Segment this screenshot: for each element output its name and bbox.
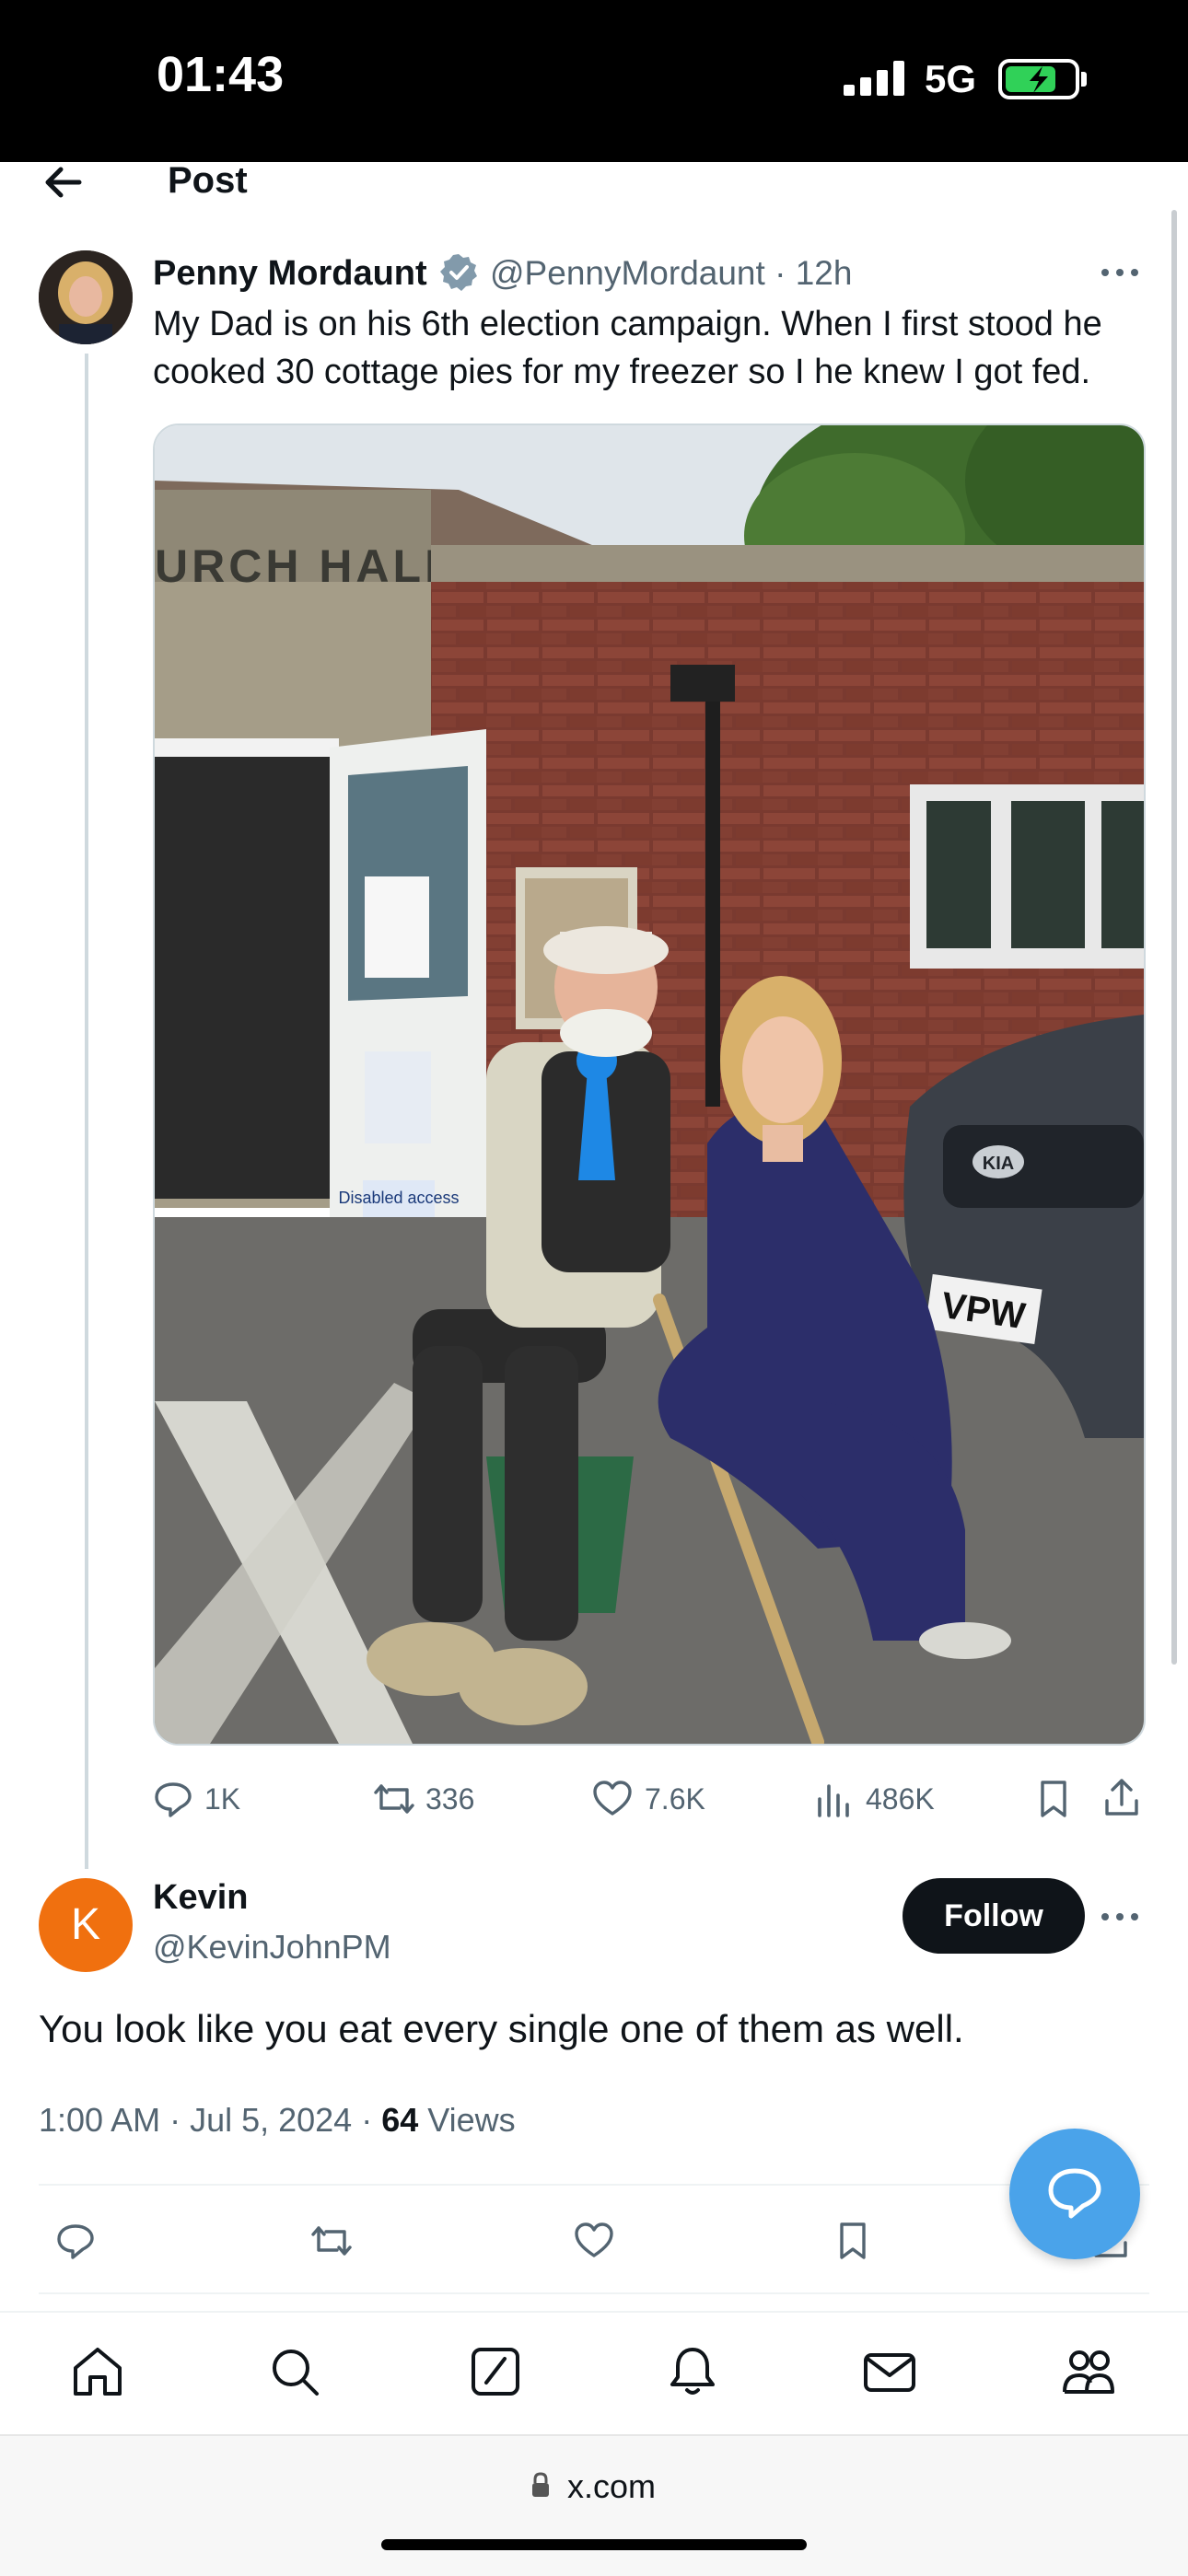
chat-bubble-icon [1048, 2168, 1101, 2219]
mail-icon[interactable] [862, 2344, 917, 2399]
page-title: Post [168, 160, 248, 201]
reply-timestamp[interactable]: 1:00 AM · Jul 5, 2024 · [39, 2101, 381, 2139]
bookmark-icon[interactable] [1035, 1779, 1072, 1819]
thread-line [85, 354, 88, 1869]
reply-meta: 1:00 AM · Jul 5, 2024 · 64 Views [39, 2101, 516, 2140]
status-time: 01:43 [157, 47, 285, 102]
reply-author-handle[interactable]: @KevinJohnPM [153, 1928, 391, 1967]
compose-reply-fab[interactable] [1009, 2129, 1140, 2259]
author-handle-line[interactable]: @PennyMordaunt · 12h [490, 254, 852, 293]
reply-icon[interactable] [55, 2221, 96, 2261]
car-badge-text: KIA [983, 1154, 1014, 1174]
heart-icon[interactable] [573, 2221, 615, 2261]
battery-cap [1081, 72, 1087, 87]
reply-views-label: Views [418, 2101, 516, 2139]
author-handle[interactable]: @PennyMordaunt [490, 254, 765, 292]
bottom-tab-bar [0, 2311, 1188, 2434]
repost-icon[interactable] [309, 2221, 354, 2261]
bell-icon[interactable] [665, 2344, 720, 2399]
more-options-icon[interactable] [1101, 263, 1147, 282]
communities-icon[interactable] [1059, 2344, 1118, 2399]
reply-text: You look like you eat every single one o… [39, 2007, 964, 2050]
separator-dot: · [775, 254, 786, 292]
post-photo[interactable]: URCH HALL Disabled access KIA VPW [153, 424, 1146, 1746]
search-icon[interactable] [267, 2344, 322, 2399]
bookmark-icon[interactable] [834, 2221, 871, 2261]
reply-author-name[interactable]: Kevin [153, 1878, 248, 1918]
network-type: 5G [925, 57, 977, 100]
views-count: 486K [866, 1782, 935, 1816]
reply-icon [155, 1782, 192, 1817]
follow-button[interactable]: Follow [903, 1878, 1085, 1954]
url-text[interactable]: x.com [567, 2467, 656, 2506]
author-name[interactable]: Penny Mordaunt [153, 254, 427, 294]
repost-count: 336 [425, 1782, 475, 1816]
reply-count: 1K [204, 1782, 241, 1816]
post-text: My Dad is on his 6th election campaign. … [153, 305, 1102, 391]
cellular-signal-icon [844, 61, 906, 96]
lock-icon [530, 2471, 551, 2499]
share-icon[interactable] [1101, 1777, 1142, 1819]
like-count: 7.6K [645, 1782, 705, 1816]
home-indicator[interactable] [381, 2539, 807, 2550]
photo-sign-text: URCH HALL [155, 540, 457, 592]
divider [39, 2292, 1149, 2294]
post-time[interactable]: 12h [796, 254, 853, 292]
reply-views-count: 64 [381, 2101, 419, 2139]
heart-icon [593, 1781, 632, 1816]
verified-badge-icon[interactable] [438, 252, 479, 293]
more-options-icon[interactable] [1101, 1908, 1147, 1926]
back-arrow-icon[interactable] [37, 157, 88, 208]
photo-notice-text: Disabled access [338, 1189, 459, 1207]
home-icon[interactable] [70, 2344, 125, 2399]
author-avatar[interactable] [39, 250, 133, 344]
views-chart-icon [818, 1784, 849, 1817]
compose-icon[interactable] [468, 2344, 523, 2399]
repost-icon [374, 1784, 414, 1814]
battery-icon [998, 59, 1079, 99]
divider [39, 2184, 1149, 2186]
reply-avatar[interactable]: K [39, 1878, 133, 1972]
scrollbar[interactable] [1171, 210, 1177, 1665]
